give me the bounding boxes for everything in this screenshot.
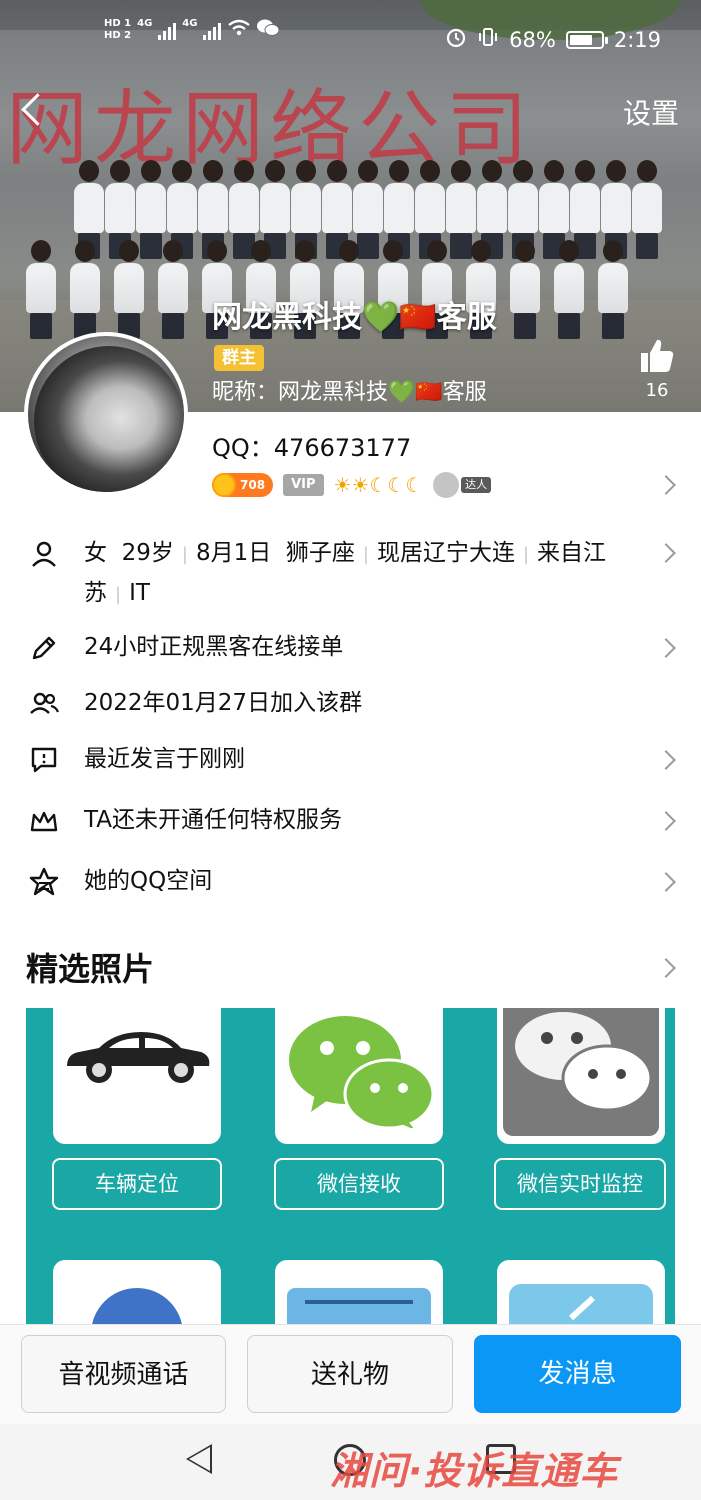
signal-2-icon <box>203 20 222 40</box>
chevron-right-icon <box>656 638 676 658</box>
cover-person <box>632 160 662 259</box>
settings-button[interactable]: 设置 <box>623 92 679 132</box>
row-signature[interactable]: 24小时正规黑客在线接单 <box>0 628 701 668</box>
coin-value: 708 <box>240 478 266 492</box>
group-owner-badge: 群主 <box>214 345 264 371</box>
avatar-photo <box>34 346 184 492</box>
location: 现居辽宁大连 <box>376 540 515 566</box>
photo-card-5 <box>275 1260 443 1324</box>
separator: | <box>181 544 188 565</box>
group-members-icon <box>28 688 60 720</box>
photo-card-4 <box>53 1260 221 1324</box>
blue-circle-icon <box>91 1288 183 1324</box>
crown-icon <box>28 805 60 837</box>
gender: 女 <box>84 540 107 566</box>
featured-photos-title[interactable]: 精选照片 <box>26 944 154 990</box>
car-icon <box>67 1032 210 1083</box>
qq-label: QQ： <box>212 434 274 462</box>
pencil-icon <box>28 632 60 664</box>
clock: 2:19 <box>613 27 661 52</box>
caption-wechat-receive: 微信接收 <box>274 1158 444 1210</box>
coin-badge: 708 <box>212 473 274 497</box>
vibrate-icon <box>477 26 499 53</box>
star-icon <box>28 866 60 898</box>
battery-icon <box>565 30 608 49</box>
age: 29岁 <box>121 540 174 566</box>
last-spoke-text: 最近发言于刚刚 <box>84 746 245 772</box>
thumbs-up-icon <box>637 339 677 380</box>
badge-row[interactable]: 708 VIP ☀☀☾☾☾ 达人 <box>212 472 492 498</box>
back-button[interactable] <box>18 92 48 128</box>
separator: | <box>115 584 122 605</box>
chevron-right-icon <box>656 872 676 892</box>
featured-photo[interactable]: 车辆定位 微信接收 微信实时监控 <box>26 1008 675 1324</box>
like-button[interactable]: 16 <box>637 336 677 401</box>
row-privileges[interactable]: TA还未开通任何特权服务 <box>0 801 701 841</box>
talent-label: 达人 <box>461 477 492 493</box>
wechat-icon <box>257 19 280 41</box>
avatar[interactable] <box>24 332 188 496</box>
send-message-button[interactable]: 发消息 <box>474 1335 681 1413</box>
caption-wechat-monitor: 微信实时监控 <box>494 1158 666 1210</box>
blue-panel-icon <box>287 1288 431 1324</box>
network-1-label: 4G <box>137 18 153 29</box>
photo-card-6 <box>497 1260 665 1324</box>
watermark: 湘问·投诉直通车 <box>330 1449 619 1493</box>
chevron-right-icon <box>656 811 676 831</box>
occupation: IT <box>129 580 150 606</box>
nickname: 昵称：网龙黑科技💚🇨🇳客服 <box>212 374 487 406</box>
birthday: 8月1日 <box>195 540 272 566</box>
battery-percent: 68% <box>509 27 556 52</box>
photo-card-car <box>53 1008 221 1144</box>
join-date-text: 2022年01月27日加入该群 <box>84 690 363 716</box>
like-count: 16 <box>645 380 669 401</box>
alarm-icon <box>445 26 467 53</box>
send-gift-button[interactable]: 送礼物 <box>247 1335 453 1413</box>
qq-level-icons: ☀☀☾☾☾ <box>333 473 424 497</box>
nickname-value: 网龙黑科技💚🇨🇳客服 <box>278 380 487 405</box>
photo-card-wechat <box>275 1008 443 1144</box>
coin-icon <box>212 473 236 497</box>
bottom-action-bar: 音视频通话 送礼物 发消息 <box>0 1324 701 1424</box>
vip-badge: VIP <box>283 474 324 496</box>
signature-text: 24小时正规黑客在线接单 <box>84 634 344 660</box>
separator: | <box>362 544 369 565</box>
qq-number-line: QQ：476673177 <box>212 428 411 463</box>
nickname-label: 昵称： <box>212 380 279 405</box>
badge-row-chevron-icon <box>656 475 676 495</box>
wechat-logo-icon <box>289 1016 435 1128</box>
status-bar: HD 1 HD 2 4G 4G 68% 2:19 <box>0 18 701 64</box>
photo-card-monitor <box>497 1008 665 1144</box>
talent-icon <box>433 472 460 498</box>
qzone-text: 她的QQ空间 <box>84 868 213 894</box>
hd-indicator: HD 1 HD 2 <box>104 18 131 42</box>
row-join-date: 2022年01月27日加入该群 <box>0 684 701 724</box>
panel-line <box>305 1300 413 1304</box>
wifi-icon <box>227 19 251 41</box>
nav-back-icon[interactable] <box>186 1444 212 1474</box>
row-last-spoke[interactable]: 最近发言于刚刚 <box>0 740 701 780</box>
row-qzone[interactable]: 她的QQ空间 <box>0 862 701 902</box>
network-2-label: 4G <box>182 18 198 29</box>
hd1-label: HD 1 <box>104 18 132 29</box>
qq-number: 476673177 <box>273 434 412 462</box>
chevron-right-icon <box>656 750 676 770</box>
separator: | <box>522 544 530 565</box>
basic-info-text: 女 29岁 | 8月1日 狮子座 | 现居辽宁大连 | 来自江苏 | IT <box>84 534 639 614</box>
speech-bubble-icon <box>28 744 60 776</box>
person-icon <box>28 538 60 570</box>
featured-photos-chevron-icon[interactable] <box>656 958 676 978</box>
edit-icon <box>568 1295 596 1321</box>
caption-vehicle-location: 车辆定位 <box>52 1158 222 1210</box>
hd2-label: HD 2 <box>104 30 132 41</box>
privilege-text: TA还未开通任何特权服务 <box>84 807 342 833</box>
row-basic-info[interactable]: 女 29岁 | 8月1日 狮子座 | 现居辽宁大连 | 来自江苏 | IT <box>0 534 701 610</box>
av-call-button[interactable]: 音视频通话 <box>21 1335 226 1413</box>
profile-display-name: 网龙黑科技💚🇨🇳客服 <box>212 300 497 335</box>
chevron-right-icon <box>656 543 676 563</box>
signal-1-icon <box>158 20 177 40</box>
chat-bubbles-icon <box>515 1012 653 1112</box>
zodiac: 狮子座 <box>285 540 355 566</box>
talent-badge: 达人 <box>433 472 492 498</box>
